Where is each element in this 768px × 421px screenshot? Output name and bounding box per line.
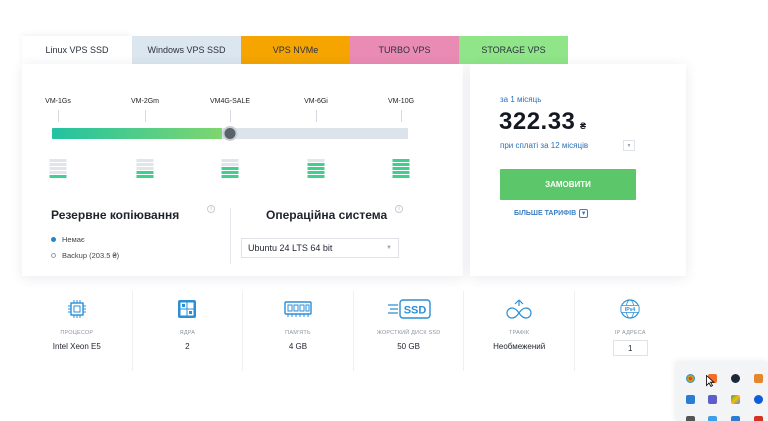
mouse-cursor-icon bbox=[706, 375, 715, 387]
plan-tick bbox=[316, 110, 317, 122]
tab-windows-vps-ssd[interactable]: Windows VPS SSD bbox=[132, 36, 241, 64]
section-divider bbox=[230, 208, 231, 264]
specs-row: ПРОЦЕСОР Intel Xeon E5 ЯДРА 2 ПАМ'ЯТЬ 4 … bbox=[22, 291, 686, 371]
app-icon[interactable] bbox=[754, 416, 763, 421]
plan-level-indicator bbox=[392, 159, 410, 179]
spec-ssd: SSD ЖОРСТКИЙ ДИСК SSD 50 GB bbox=[354, 291, 465, 371]
info-icon[interactable]: i bbox=[395, 205, 403, 213]
chevron-down-icon: ▼ bbox=[386, 245, 392, 251]
plan-level-indicator bbox=[307, 159, 325, 179]
price-value: 322.33 bbox=[499, 108, 576, 135]
cores-icon bbox=[176, 297, 198, 321]
chevron-down-icon: ▼ bbox=[579, 209, 589, 218]
radio-unchecked-icon bbox=[51, 253, 56, 258]
spec-value: 4 GB bbox=[288, 342, 308, 351]
spec-label: ПРОЦЕСОР bbox=[60, 330, 94, 336]
plan-tick bbox=[230, 110, 231, 122]
spec-value: Intel Xeon E5 bbox=[52, 342, 101, 351]
svg-text:IPv4: IPv4 bbox=[625, 307, 636, 313]
backup-option-label: Немає bbox=[62, 235, 85, 244]
ip-count-input[interactable]: 1 bbox=[612, 340, 648, 356]
ssd-icon: SSD bbox=[386, 297, 432, 321]
plan-tick bbox=[401, 110, 402, 122]
teams-icon[interactable] bbox=[708, 395, 717, 404]
spec-label: ПАМ'ЯТЬ bbox=[285, 330, 311, 336]
plan-tick bbox=[145, 110, 146, 122]
tab-turbo-vps[interactable]: TURBO VPS bbox=[350, 36, 459, 64]
steam-icon[interactable] bbox=[731, 374, 740, 383]
app-icon[interactable] bbox=[754, 395, 763, 404]
backup-option-label: Backup (203.5 ₴) bbox=[62, 251, 120, 260]
spec-cores: ЯДРА 2 bbox=[133, 291, 244, 371]
plan-label-vm-2gm[interactable]: VM-2Gm bbox=[131, 98, 159, 105]
os-title: Операційна система bbox=[266, 208, 388, 222]
payment-period-select[interactable]: при сплаті за 12 місяців bbox=[500, 141, 588, 150]
tab-linux-vps-ssd[interactable]: Linux VPS SSD bbox=[22, 36, 132, 64]
spec-traffic: ТРАФІК Необмежений bbox=[464, 291, 575, 371]
memory-icon bbox=[283, 297, 313, 321]
spec-value: Необмежений bbox=[493, 342, 546, 351]
system-tray-popup bbox=[676, 362, 768, 421]
spec-cpu: ПРОЦЕСОР Intel Xeon E5 bbox=[22, 291, 133, 371]
app-icon[interactable] bbox=[754, 374, 763, 383]
plan-slider-handle[interactable] bbox=[222, 126, 238, 141]
plan-tick bbox=[58, 110, 59, 122]
spec-memory: ПАМ'ЯТЬ 4 GB bbox=[243, 291, 354, 371]
price-currency: ₴ bbox=[580, 121, 587, 131]
backup-title: Резервне копіювання bbox=[51, 208, 180, 222]
plan-label-vm-6gi[interactable]: VM-6Gi bbox=[304, 98, 328, 105]
ipv4-icon: IPv4 bbox=[619, 297, 641, 321]
info-icon[interactable]: i bbox=[207, 205, 215, 213]
order-button[interactable]: ЗАМОВИТИ bbox=[500, 169, 636, 200]
chrome-icon[interactable] bbox=[686, 374, 695, 383]
price-period-label: за 1 місяць bbox=[500, 95, 542, 104]
radio-checked-icon bbox=[51, 237, 56, 242]
spec-value: 50 GB bbox=[397, 342, 420, 351]
cpu-icon bbox=[66, 297, 88, 321]
spec-value: 2 bbox=[185, 342, 190, 351]
chevron-down-icon[interactable]: ▼ bbox=[623, 140, 635, 151]
backup-option-none[interactable]: Немає bbox=[51, 235, 85, 244]
tab-storage-vps[interactable]: STORAGE VPS bbox=[459, 36, 568, 64]
spec-label: ТРАФІК bbox=[509, 330, 530, 336]
app-icon[interactable] bbox=[686, 416, 695, 421]
more-tariffs-link[interactable]: БІЛЬШЕ ТАРИФІВ ▼ bbox=[514, 209, 589, 218]
backup-option-backup[interactable]: Backup (203.5 ₴) bbox=[51, 251, 119, 260]
tab-vps-nvme[interactable]: VPS NVMe bbox=[241, 36, 350, 64]
plan-level-indicator bbox=[136, 159, 154, 179]
app-icon[interactable] bbox=[686, 395, 695, 404]
plan-level-indicator bbox=[221, 159, 239, 179]
os-select-value: Ubuntu 24 LTS 64 bit bbox=[248, 243, 333, 253]
app-icon[interactable] bbox=[731, 416, 740, 421]
plan-label-vm-1gs[interactable]: VM-1Gs bbox=[45, 98, 71, 105]
plan-slider-fill bbox=[52, 128, 222, 139]
spec-label: ЯДРА bbox=[179, 330, 196, 336]
app-icon[interactable] bbox=[708, 416, 717, 421]
svg-text:SSD: SSD bbox=[403, 305, 426, 317]
spec-ip: IPv4 IP АДРЕСА 1 bbox=[575, 291, 686, 371]
spec-label: IP АДРЕСА bbox=[614, 330, 646, 336]
plan-level-indicator bbox=[49, 159, 67, 179]
more-tariffs-label: БІЛЬШЕ ТАРИФІВ bbox=[514, 210, 577, 217]
spec-label: ЖОРСТКИЙ ДИСК SSD bbox=[376, 330, 441, 336]
tariff-tabs: Linux VPS SSD Windows VPS SSD VPS NVMe T… bbox=[22, 36, 568, 64]
drive-icon[interactable] bbox=[731, 395, 740, 404]
plan-label-vm-10g[interactable]: VM-10G bbox=[388, 98, 414, 105]
infinity-icon bbox=[506, 297, 532, 321]
plan-label-vm4g-sale[interactable]: VM4G-SALE bbox=[210, 98, 250, 105]
os-select[interactable]: Ubuntu 24 LTS 64 bit ▼ bbox=[241, 238, 399, 258]
